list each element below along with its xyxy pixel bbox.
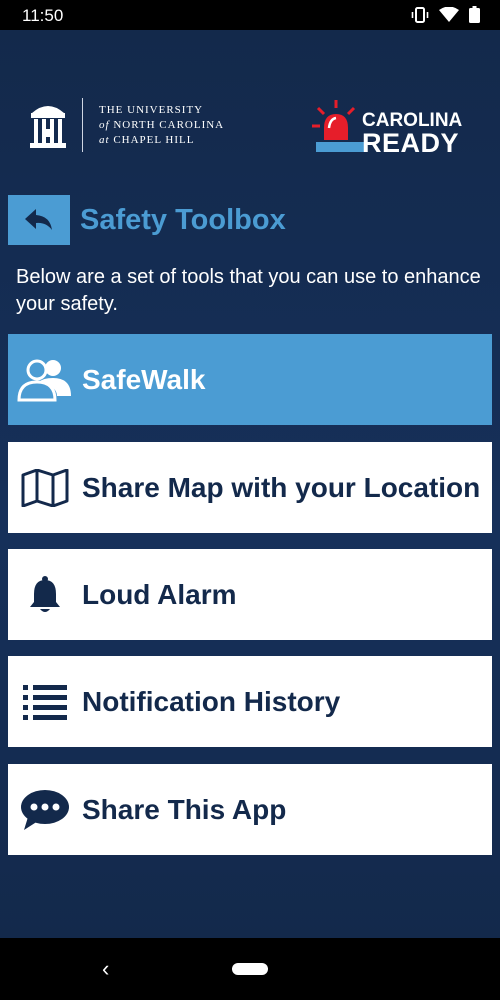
old-well-icon	[30, 106, 66, 148]
map-icon	[8, 468, 82, 507]
bell-icon	[8, 575, 82, 614]
unc-line-3-prefix: at	[99, 133, 110, 146]
battery-icon	[469, 6, 480, 23]
list-icon	[8, 684, 82, 720]
safewalk-button[interactable]: SafeWalk	[8, 334, 492, 425]
unc-line-3-text: CHAPEL HILL	[113, 133, 195, 146]
carolina-ready-line-2: READY	[362, 128, 460, 158]
unc-line-2-prefix: of	[99, 118, 110, 131]
share-app-label: Share This App	[82, 793, 287, 825]
unc-line-3: at CHAPEL HILL	[99, 133, 224, 148]
share-map-label: Share Map with your Location	[82, 471, 481, 503]
share-map-button[interactable]: Share Map with your Location	[8, 442, 492, 533]
status-icons	[411, 6, 480, 23]
loud-alarm-label: Loud Alarm	[82, 578, 237, 610]
status-bar: 11:50	[0, 0, 500, 30]
loud-alarm-button[interactable]: Loud Alarm	[8, 549, 492, 640]
page-title: Safety Toolbox	[80, 203, 286, 236]
share-app-button[interactable]: Share This App	[8, 764, 492, 855]
notification-history-button[interactable]: Notification History	[8, 656, 492, 747]
unc-line-2: of NORTH CAROLINA	[99, 118, 224, 133]
back-arrow-icon	[25, 209, 52, 230]
status-time: 11:50	[22, 6, 64, 25]
back-button[interactable]	[8, 195, 70, 245]
page-description: Below are a set of tools that you can us…	[16, 266, 481, 315]
safewalk-label: SafeWalk	[82, 363, 206, 395]
people-icon	[8, 358, 82, 402]
unc-line-2-text: NORTH CAROLINA	[113, 118, 225, 131]
app-screen: 11:50 THE UNIVERSITY of NORTH CAROLINA a…	[0, 0, 500, 1000]
carolina-ready-wordmark: CAROLINA READY	[362, 110, 462, 158]
page-header: Safety Toolbox	[8, 195, 492, 245]
nav-back-icon[interactable]: ‹	[102, 956, 109, 982]
carolina-ready-logo: CAROLINA READY	[312, 98, 462, 161]
unc-line-1: THE UNIVERSITY	[99, 103, 204, 116]
unc-logo: THE UNIVERSITY of NORTH CAROLINA at CHAP…	[28, 98, 224, 152]
unc-wordmark: THE UNIVERSITY of NORTH CAROLINA at CHAP…	[99, 103, 224, 148]
notification-history-label: Notification History	[82, 685, 341, 717]
logo-divider	[82, 98, 83, 152]
wifi-icon	[439, 6, 459, 22]
vibrate-icon	[411, 6, 429, 23]
nav-home-pill[interactable]	[232, 963, 268, 975]
chat-icon	[8, 789, 82, 831]
